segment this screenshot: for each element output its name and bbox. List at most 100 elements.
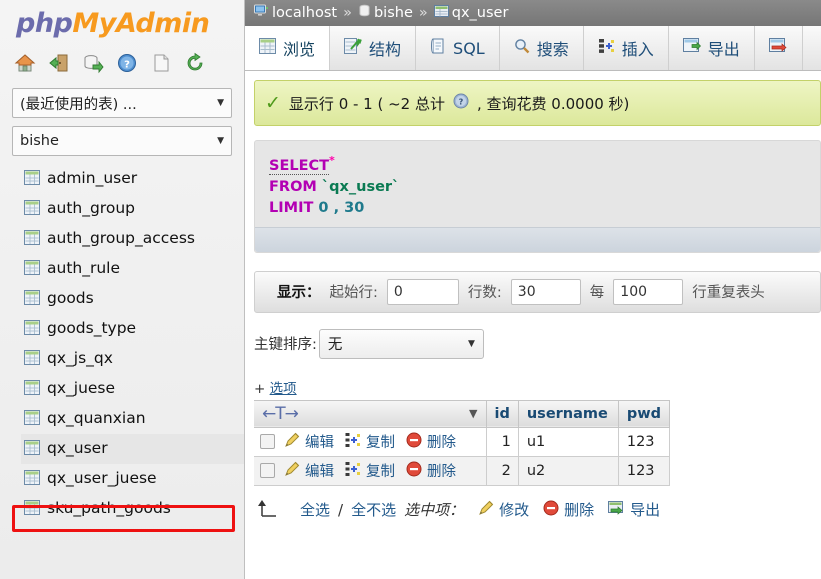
pencil-icon[interactable] xyxy=(284,461,300,481)
reload-icon[interactable] xyxy=(184,52,206,74)
logout-icon[interactable] xyxy=(48,52,70,74)
sql-keyword-limit: LIMIT xyxy=(269,199,314,216)
tab-结构[interactable]: 结构 xyxy=(330,26,417,70)
bulk-export-button[interactable]: 导出 xyxy=(608,499,660,520)
sidebar-table-auth_group_access[interactable]: auth_group_access xyxy=(21,224,244,254)
database-select[interactable]: bishe ▼ xyxy=(12,126,232,156)
sidebar-table-qx_user_juese[interactable]: qx_user_juese xyxy=(21,464,244,494)
breadcrumb-table[interactable]: qx_user xyxy=(452,5,509,21)
sidebar-table-qx_quanxian[interactable]: qx_quanxian xyxy=(21,404,244,434)
sidebar-table-qx_user[interactable]: qx_user xyxy=(21,434,244,464)
row-checkbox[interactable] xyxy=(260,463,275,479)
table-list: admin_user auth_group auth_group_accessaut… xyxy=(0,164,244,524)
column-header-username[interactable]: username xyxy=(518,399,619,428)
table-row[interactable]: 编辑 复制 删除 1 u1 123 xyxy=(254,426,671,457)
home-icon[interactable] xyxy=(14,52,36,74)
sidebar-table-goods_type[interactable]: goods_type xyxy=(21,314,244,344)
table-icon xyxy=(24,289,40,309)
sidebar-table-qx_js_qx[interactable]: qx_js_qx xyxy=(21,344,244,374)
sidebar-table-label: sku_path_goods xyxy=(47,499,171,518)
delete-icon[interactable] xyxy=(406,461,422,481)
sql-keyword-select: SELECT xyxy=(269,157,330,175)
table-icon xyxy=(24,379,40,399)
tab-import[interactable] xyxy=(755,26,803,70)
row-delete-link[interactable]: 删除 xyxy=(427,431,456,452)
bulk-delete-button[interactable]: 删除 xyxy=(543,499,594,520)
bulk-export-label: 导出 xyxy=(630,501,661,520)
delete-icon[interactable] xyxy=(406,432,422,452)
table-icon xyxy=(24,169,40,189)
row-actions-cell: 编辑 复制 删除 xyxy=(254,455,487,486)
help-bubble-icon[interactable]: ? xyxy=(453,93,469,113)
select-all-link[interactable]: 全选 xyxy=(300,499,330,520)
tab-插入[interactable]: 插入 xyxy=(584,26,669,70)
table-row[interactable]: 编辑 复制 删除 2 u2 123 xyxy=(254,455,671,486)
column-header-pwd[interactable]: pwd xyxy=(618,399,671,428)
documentation-icon[interactable] xyxy=(150,52,172,74)
logo-php: php xyxy=(16,8,73,39)
sql-query-code: SELECT* FROM `qx_user` LIMIT 0 , 30 xyxy=(269,153,806,219)
tab-导出[interactable]: 导出 xyxy=(669,26,755,70)
breadcrumb-database[interactable]: bishe xyxy=(374,5,413,21)
row-checkbox[interactable] xyxy=(260,434,275,450)
bulk-actions-bar: 全选 / 全不选 选中项： 修改 删除 导出 xyxy=(254,498,821,522)
row-edit-link[interactable]: 编辑 xyxy=(305,431,334,452)
sort-direction-icon[interactable]: ←T→ xyxy=(262,404,299,424)
table-icon xyxy=(24,349,40,369)
server-icon xyxy=(254,4,269,22)
tab-搜索[interactable]: 搜索 xyxy=(500,26,584,70)
sql-keyword-from: FROM xyxy=(269,178,317,195)
sidebar-table-label: auth_group_access xyxy=(47,229,195,248)
options-label: 选项 xyxy=(269,380,297,397)
sidebar-table-qx_juese[interactable]: qx_juese xyxy=(21,374,244,404)
sort-select[interactable]: 无 ▼ xyxy=(318,328,484,359)
chevron-down-icon[interactable]: ▼ xyxy=(469,407,477,420)
sidebar-table-label: qx_quanxian xyxy=(47,409,146,428)
sidebar-selects: (最近使用的表) ... ▼ bishe ▼ xyxy=(0,84,244,156)
tab-浏览[interactable]: 浏览 xyxy=(245,26,331,70)
sidebar-table-admin_user[interactable]: admin_user xyxy=(21,164,244,194)
row-copy-link[interactable]: 复制 xyxy=(366,460,395,481)
sidebar-table-label: auth_group xyxy=(47,199,135,218)
row-delete-link[interactable]: 删除 xyxy=(427,460,456,481)
pencil-icon[interactable] xyxy=(284,432,300,452)
options-toggle[interactable]: + 选项 xyxy=(254,377,821,397)
tab-SQL[interactable]: SQL xyxy=(416,26,500,70)
sidebar-table-goods[interactable]: goods xyxy=(21,284,244,314)
cell-pwd: 123 xyxy=(618,426,671,457)
database-icon xyxy=(358,4,371,22)
sidebar-table-sku_path_goods[interactable]: sku_path_goods xyxy=(21,494,244,524)
pencil-icon xyxy=(478,500,494,520)
sidebar-table-auth_group[interactable]: auth_group xyxy=(21,194,244,224)
query-result-alert: ✓ 显示行 0 - 1 ( ~2 总计 ? , 查询花费 0.0000 秒) xyxy=(254,80,821,126)
copy-icon[interactable] xyxy=(345,461,361,481)
cell-username: u1 xyxy=(518,426,619,457)
sidebar-table-auth_rule[interactable]: auth_rule xyxy=(21,254,244,284)
sql-query-box[interactable]: SELECT* FROM `qx_user` LIMIT 0 , 30 xyxy=(254,140,821,253)
table-icon xyxy=(24,499,40,519)
bulk-modify-button[interactable]: 修改 xyxy=(478,499,529,520)
copy-icon[interactable] xyxy=(345,432,361,452)
repeat-headers-input[interactable]: 100 xyxy=(613,278,684,305)
start-row-input[interactable]: 0 xyxy=(386,278,459,305)
chevron-down-icon: ▼ xyxy=(217,98,224,108)
phpmyadmin-logo[interactable]: phpMyAdmin xyxy=(0,0,244,43)
breadcrumb-server[interactable]: localhost xyxy=(272,5,337,21)
tab-label: 插入 xyxy=(621,40,654,59)
check-all-arrow-icon[interactable] xyxy=(254,498,280,522)
column-header-id[interactable]: id xyxy=(486,399,519,428)
tab-label: 导出 xyxy=(707,40,740,59)
select-none-link[interactable]: 全不选 xyxy=(351,499,396,520)
recent-tables-select[interactable]: (最近使用的表) ... ▼ xyxy=(12,88,232,118)
sql-comma: , xyxy=(333,199,340,216)
row-copy-link[interactable]: 复制 xyxy=(366,431,395,452)
chevron-down-icon: ▼ xyxy=(217,136,224,146)
help-icon[interactable]: ? xyxy=(116,52,138,74)
database-export-icon[interactable] xyxy=(82,52,104,74)
cell-id: 1 xyxy=(486,426,519,457)
display-title: 显示： xyxy=(277,285,321,302)
row-edit-link[interactable]: 编辑 xyxy=(305,460,334,481)
main-content: localhost » bishe » qx_user 浏览 结构 SQL 搜索… xyxy=(245,0,821,579)
rows-input[interactable]: 30 xyxy=(510,278,581,305)
row-controls-header: ←T→ ▼ xyxy=(254,399,487,428)
